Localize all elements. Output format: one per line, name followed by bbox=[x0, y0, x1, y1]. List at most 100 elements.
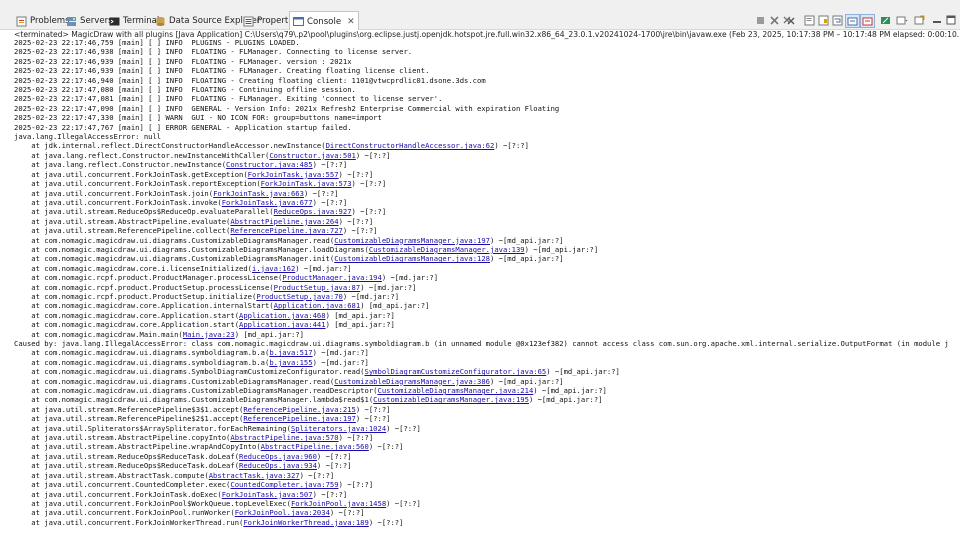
console-text: ) ~[?:?] bbox=[312, 160, 348, 170]
console-text: at java.util.stream.AbstractPipeline.cop… bbox=[14, 433, 231, 443]
console-text: ) ~[md_api.jar:?] bbox=[546, 367, 620, 377]
stacktrace-link[interactable]: Application.java:681 bbox=[274, 301, 361, 310]
console-text: ) ~[md_api.jar:?] bbox=[490, 235, 564, 245]
stacktrace-link[interactable]: ForkJoinTask.java:573 bbox=[261, 179, 352, 188]
console-text: ) ~[md_api.jar:?] bbox=[490, 254, 564, 264]
console-text: java.lang.IllegalAccessError: null bbox=[14, 132, 162, 142]
stacktrace-link[interactable]: ForkJoinPool.java:2034 bbox=[235, 508, 330, 517]
stacktrace-link[interactable]: Spliterators.java:1024 bbox=[291, 424, 386, 433]
stacktrace-link[interactable]: ForkJoinWorkerThread.java:189 bbox=[243, 518, 369, 527]
console-line: at java.util.Spliterators$ArraySpliterat… bbox=[0, 424, 960, 433]
remove-all-terminated-icon[interactable] bbox=[782, 14, 795, 26]
stacktrace-link[interactable]: CustomizableDiagramsManager.java:214 bbox=[378, 386, 534, 395]
stacktrace-link[interactable]: AbstractPipeline.java:570 bbox=[230, 433, 338, 442]
console-text: ) ~[?:?] bbox=[494, 141, 529, 151]
console-text: 2025-02-23 22:17:47,767 [main] [ ] ERROR… bbox=[14, 122, 352, 132]
console-text: ) ~[?:?] bbox=[368, 442, 404, 452]
console-line: 2025-02-23 22:17:46,759 [main] [ ] INFO … bbox=[0, 38, 960, 47]
stacktrace-link[interactable]: ReduceOps.java:934 bbox=[239, 461, 317, 470]
stacktrace-link[interactable]: Application.java:441 bbox=[239, 320, 326, 329]
console-text: ) ~[?:?] bbox=[351, 207, 387, 217]
stacktrace-link[interactable]: CustomizableDiagramsManager.java:139 bbox=[369, 245, 525, 254]
console-line: 2025-02-23 22:17:46,940 [main] [ ] INFO … bbox=[0, 76, 960, 85]
stacktrace-link[interactable]: ProductSetup.java:70 bbox=[256, 292, 343, 301]
open-console-icon[interactable] bbox=[913, 14, 926, 26]
console-text: at com.nomagic.magicdraw.ui.diagrams.Cus… bbox=[14, 244, 369, 254]
stacktrace-link[interactable]: ForkJoinTask.java:557 bbox=[248, 170, 339, 179]
console-text: ) ~[?:?] bbox=[329, 508, 365, 518]
show-on-stdout-icon[interactable] bbox=[845, 14, 860, 28]
display-selected-console-icon[interactable] bbox=[895, 14, 908, 26]
console-output[interactable]: 2025-02-23 22:17:46,759 [main] [ ] INFO … bbox=[0, 38, 960, 541]
stacktrace-link[interactable]: Main.java:23 bbox=[183, 330, 235, 339]
stacktrace-link[interactable]: ReferencePipeline.java:215 bbox=[243, 405, 356, 414]
stacktrace-link[interactable]: Constructor.java:501 bbox=[269, 151, 356, 160]
console-line: at com.nomagic.magicdraw.ui.diagrams.Cus… bbox=[0, 254, 960, 263]
stacktrace-link[interactable]: ReferencePipeline.java:727 bbox=[230, 226, 343, 235]
console-text: at java.util.concurrent.CountedCompleter… bbox=[14, 480, 231, 490]
stacktrace-link[interactable]: DirectConstructorHandleAccessor.java:62 bbox=[326, 141, 495, 150]
console-icon bbox=[293, 16, 304, 27]
console-line: at java.lang.reflect.Constructor.newInst… bbox=[0, 160, 960, 169]
console-text: at java.util.stream.ReferencePipeline.co… bbox=[14, 226, 231, 236]
console-line: at com.nomagic.rcpf.product.ProductSetup… bbox=[0, 283, 960, 292]
stacktrace-link[interactable]: ProductManager.java:194 bbox=[282, 273, 382, 282]
tab-console[interactable]: Console ✕ bbox=[289, 11, 359, 31]
stacktrace-link[interactable]: ForkJoinPool.java:1458 bbox=[291, 499, 386, 508]
stacktrace-link[interactable]: ReduceOps.java:927 bbox=[274, 207, 352, 216]
stacktrace-link[interactable]: CustomizableDiagramsManager.java:386 bbox=[334, 377, 490, 386]
console-line: at java.util.concurrent.ForkJoinPool.run… bbox=[0, 508, 960, 517]
show-on-stderr-icon[interactable] bbox=[860, 14, 875, 28]
console-text: ) ~[?:?] bbox=[355, 414, 391, 424]
clear-console-icon[interactable] bbox=[803, 14, 816, 26]
console-text: ) ~[?:?] bbox=[386, 423, 421, 433]
stacktrace-link[interactable]: CountedCompleter.java:759 bbox=[230, 480, 338, 489]
console-text: at com.nomagic.magicdraw.ui.diagrams.sym… bbox=[14, 357, 270, 367]
stacktrace-link[interactable]: SymbolDiagramCustomizeConfigurator.java:… bbox=[365, 367, 547, 376]
console-text: at com.nomagic.magicdraw.ui.diagrams.Cus… bbox=[14, 395, 374, 405]
database-icon bbox=[155, 16, 166, 27]
console-line: at com.nomagic.magicdraw.ui.diagrams.Cus… bbox=[0, 236, 960, 245]
remove-launch-icon[interactable] bbox=[768, 14, 781, 26]
console-text: 2025-02-23 22:17:46,939 [main] [ ] INFO … bbox=[14, 56, 352, 66]
minimize-icon[interactable] bbox=[930, 14, 943, 26]
stacktrace-link[interactable]: AbstractPipeline.java:264 bbox=[230, 217, 338, 226]
stacktrace-link[interactable]: b.java:517 bbox=[269, 348, 312, 357]
stacktrace-link[interactable]: CustomizableDiagramsManager.java:197 bbox=[334, 236, 490, 245]
console-text: ) [md_api.jar:?] bbox=[360, 301, 430, 311]
console-text: ) ~[?:?] bbox=[338, 169, 374, 179]
console-text: 2025-02-23 22:17:46,759 [main] [ ] INFO … bbox=[14, 38, 300, 47]
scroll-lock-icon[interactable] bbox=[817, 14, 830, 26]
stacktrace-link[interactable]: AbstractTask.java:327 bbox=[209, 471, 300, 480]
stacktrace-link[interactable]: ProductSetup.java:87 bbox=[274, 283, 361, 292]
word-wrap-icon[interactable] bbox=[831, 14, 844, 26]
stacktrace-link[interactable]: Constructor.java:485 bbox=[226, 160, 313, 169]
console-text: ) ~[?:?] bbox=[338, 480, 374, 490]
stacktrace-link[interactable]: ForkJoinTask.java:507 bbox=[222, 490, 313, 499]
console-text: at jdk.internal.reflect.DirectConstructo… bbox=[14, 141, 326, 151]
maximize-icon[interactable] bbox=[944, 14, 957, 26]
pin-console-icon[interactable] bbox=[879, 14, 892, 26]
stacktrace-link[interactable]: i.java:162 bbox=[252, 264, 295, 273]
stacktrace-link[interactable]: CustomizableDiagramsManager.java:128 bbox=[334, 254, 490, 263]
stacktrace-link[interactable]: ReduceOps.java:960 bbox=[239, 452, 317, 461]
stacktrace-link[interactable]: AbstractPipeline.java:560 bbox=[261, 442, 369, 451]
console-line: at java.util.concurrent.ForkJoinTask.joi… bbox=[0, 189, 960, 198]
stacktrace-link[interactable]: Application.java:468 bbox=[239, 311, 326, 320]
console-line: at java.util.concurrent.ForkJoinTask.inv… bbox=[0, 198, 960, 207]
console-line: at java.util.stream.ReduceOps$ReduceTask… bbox=[0, 452, 960, 461]
console-text: ) ~[?:?] bbox=[312, 197, 348, 207]
stacktrace-link[interactable]: ForkJoinTask.java:663 bbox=[213, 189, 304, 198]
console-line: at com.nomagic.rcpf.product.ProductSetup… bbox=[0, 292, 960, 301]
stacktrace-link[interactable]: ReferencePipeline.java:197 bbox=[243, 414, 356, 423]
stacktrace-link[interactable]: CustomizableDiagramsManager.java:195 bbox=[373, 395, 529, 404]
console-line: at java.util.stream.ReferencePipeline$3$… bbox=[0, 405, 960, 414]
console-line: at java.util.stream.AbstractTask.compute… bbox=[0, 471, 960, 480]
stacktrace-link[interactable]: ForkJoinTask.java:677 bbox=[222, 198, 313, 207]
console-text: ) ~[md.jar:?] bbox=[312, 357, 369, 367]
console-text: at java.util.stream.ReduceOps$ReduceTask… bbox=[14, 451, 240, 461]
terminate-icon[interactable] bbox=[754, 14, 767, 26]
stacktrace-link[interactable]: b.java:155 bbox=[269, 358, 312, 367]
close-icon[interactable]: ✕ bbox=[347, 17, 355, 27]
console-text: ) ~[md_api.jar:?] bbox=[533, 386, 607, 396]
